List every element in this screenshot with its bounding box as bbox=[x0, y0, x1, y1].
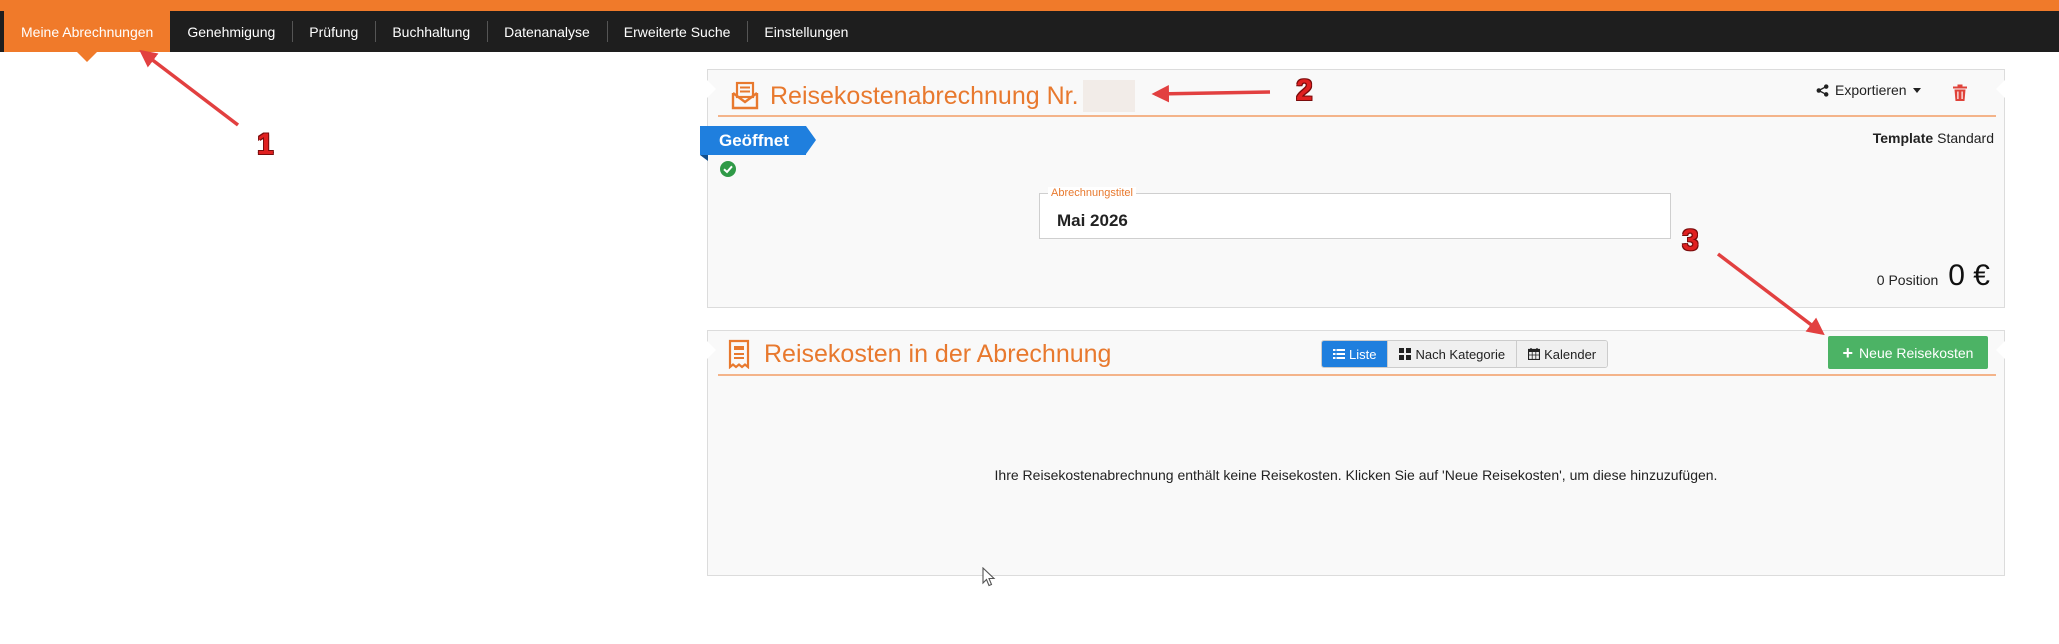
report-title: Reisekostenabrechnung Nr. bbox=[730, 80, 1135, 112]
main-navigation: Meine Abrechnungen Genehmigung Prüfung B… bbox=[0, 11, 2059, 62]
expenses-divider bbox=[718, 374, 1996, 376]
envelope-receipt-icon bbox=[731, 81, 759, 110]
share-icon bbox=[1816, 83, 1829, 97]
expenses-panel: Reisekosten in der Abrechnung Liste Nach… bbox=[707, 330, 2005, 576]
nav-item-genehmigung[interactable]: Genehmigung bbox=[170, 11, 292, 52]
view-category-button[interactable]: Nach Kategorie bbox=[1387, 341, 1517, 367]
annotation-label-3: 3 bbox=[1682, 224, 1699, 257]
title-divider bbox=[718, 115, 1996, 117]
mouse-cursor-icon bbox=[982, 567, 996, 587]
annotation-arrow-1 bbox=[139, 49, 240, 127]
template-info: Template Standard bbox=[1872, 130, 1994, 146]
plus-icon: + bbox=[1842, 342, 1854, 363]
view-list-button[interactable]: Liste bbox=[1322, 341, 1388, 367]
calendar-icon bbox=[1528, 348, 1541, 360]
chevron-down-icon bbox=[1912, 87, 1921, 93]
empty-state-message: Ihre Reisekostenabrechnung enthält keine… bbox=[994, 467, 1718, 483]
redacted-report-number bbox=[1082, 80, 1135, 112]
list-icon bbox=[1333, 349, 1345, 359]
report-panel: Reisekostenabrechnung Nr. Exportieren Ge… bbox=[700, 69, 2005, 308]
status-badge: Geöffnet bbox=[700, 126, 816, 155]
nav-item-buchhaltung[interactable]: Buchhaltung bbox=[375, 11, 487, 52]
report-total: 0 € bbox=[1948, 259, 1990, 292]
view-toggle-group: Liste Nach Kategorie Kalender bbox=[1321, 340, 1609, 368]
grid-icon bbox=[1399, 348, 1412, 360]
report-title-input[interactable] bbox=[1040, 194, 1670, 238]
nav-item-einstellungen[interactable]: Einstellungen bbox=[747, 11, 865, 52]
check-circle-icon bbox=[720, 161, 736, 177]
trash-icon[interactable] bbox=[1952, 84, 1968, 102]
annotation-label-2: 2 bbox=[1296, 74, 1313, 107]
report-title-field: Abrechnungstitel bbox=[1039, 187, 1671, 239]
export-dropdown[interactable]: Exportieren bbox=[1816, 82, 1921, 98]
annotation-label-1: 1 bbox=[257, 128, 274, 161]
new-expense-button[interactable]: + Neue Reisekosten bbox=[1828, 336, 1988, 369]
nav-item-datenanalyse[interactable]: Datenanalyse bbox=[487, 11, 607, 52]
expenses-title: Reisekosten in der Abrechnung bbox=[724, 339, 1111, 369]
nav-item-erweiterte-suche[interactable]: Erweiterte Suche bbox=[606, 11, 748, 52]
nav-item-pruefung[interactable]: Prüfung bbox=[292, 11, 375, 52]
view-calendar-button[interactable]: Kalender bbox=[1516, 341, 1608, 367]
position-count: 0 Position bbox=[1876, 272, 1939, 288]
top-accent-bar bbox=[0, 0, 2059, 11]
receipt-icon bbox=[728, 339, 750, 369]
report-summary: 0 Position 0 € bbox=[1877, 259, 1990, 293]
nav-item-meine-abrechnungen[interactable]: Meine Abrechnungen bbox=[4, 11, 171, 62]
